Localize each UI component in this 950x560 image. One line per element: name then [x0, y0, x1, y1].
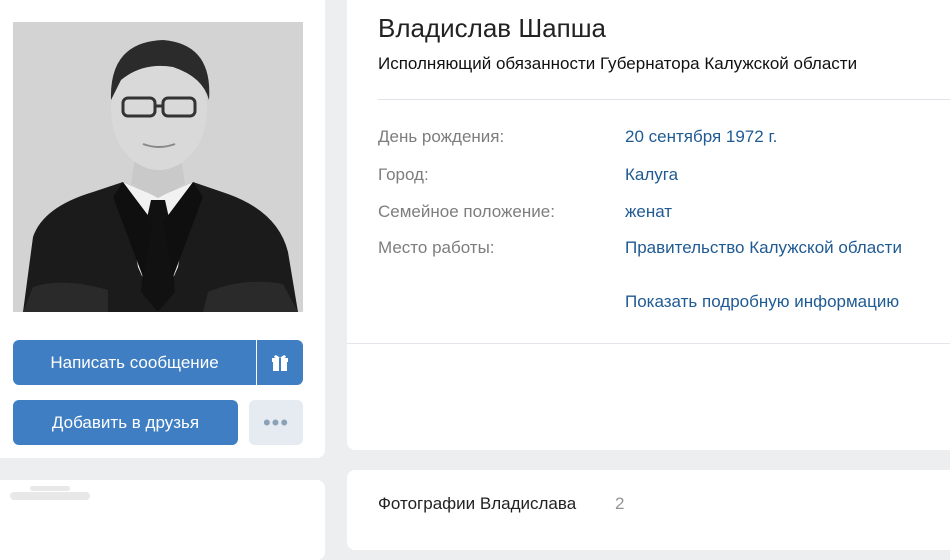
city-label: Город:	[378, 165, 429, 184]
divider	[347, 343, 950, 344]
workplace-label: Место работы:	[378, 238, 495, 257]
send-message-button[interactable]: Написать сообщение	[13, 340, 256, 385]
send-message-label: Написать сообщение	[50, 352, 219, 372]
more-actions-button[interactable]: •••	[249, 400, 303, 445]
profile-name: Владислав Шапша	[378, 13, 607, 43]
more-dots-icon: •••	[262, 409, 290, 435]
avatar-portrait-image	[13, 22, 303, 312]
relationship-value[interactable]: женат	[625, 202, 672, 222]
workplace-value[interactable]: Правительство Калужской области	[625, 238, 902, 258]
profile-status: Исполняющий обязанности Губернатора Калу…	[378, 54, 858, 73]
gift-icon	[272, 354, 288, 371]
relationship-label: Семейное положение:	[378, 202, 555, 221]
photos-count: 2	[615, 494, 625, 513]
birthday-label: День рождения:	[378, 127, 505, 146]
show-more-link[interactable]: Показать подробную информацию	[625, 292, 899, 312]
add-friend-button[interactable]: Добавить в друзья	[13, 400, 238, 445]
blurred-text	[30, 486, 70, 491]
avatar[interactable]	[13, 22, 303, 312]
divider	[378, 99, 950, 100]
gift-button[interactable]	[257, 340, 303, 385]
blurred-text	[10, 492, 90, 500]
city-value[interactable]: Калуга	[625, 165, 678, 185]
add-friend-label: Добавить в друзья	[51, 412, 200, 432]
birthday-value[interactable]: 20 сентября 1972 г.	[625, 127, 777, 147]
photos-title[interactable]: Фотографии Владислава	[378, 494, 576, 514]
